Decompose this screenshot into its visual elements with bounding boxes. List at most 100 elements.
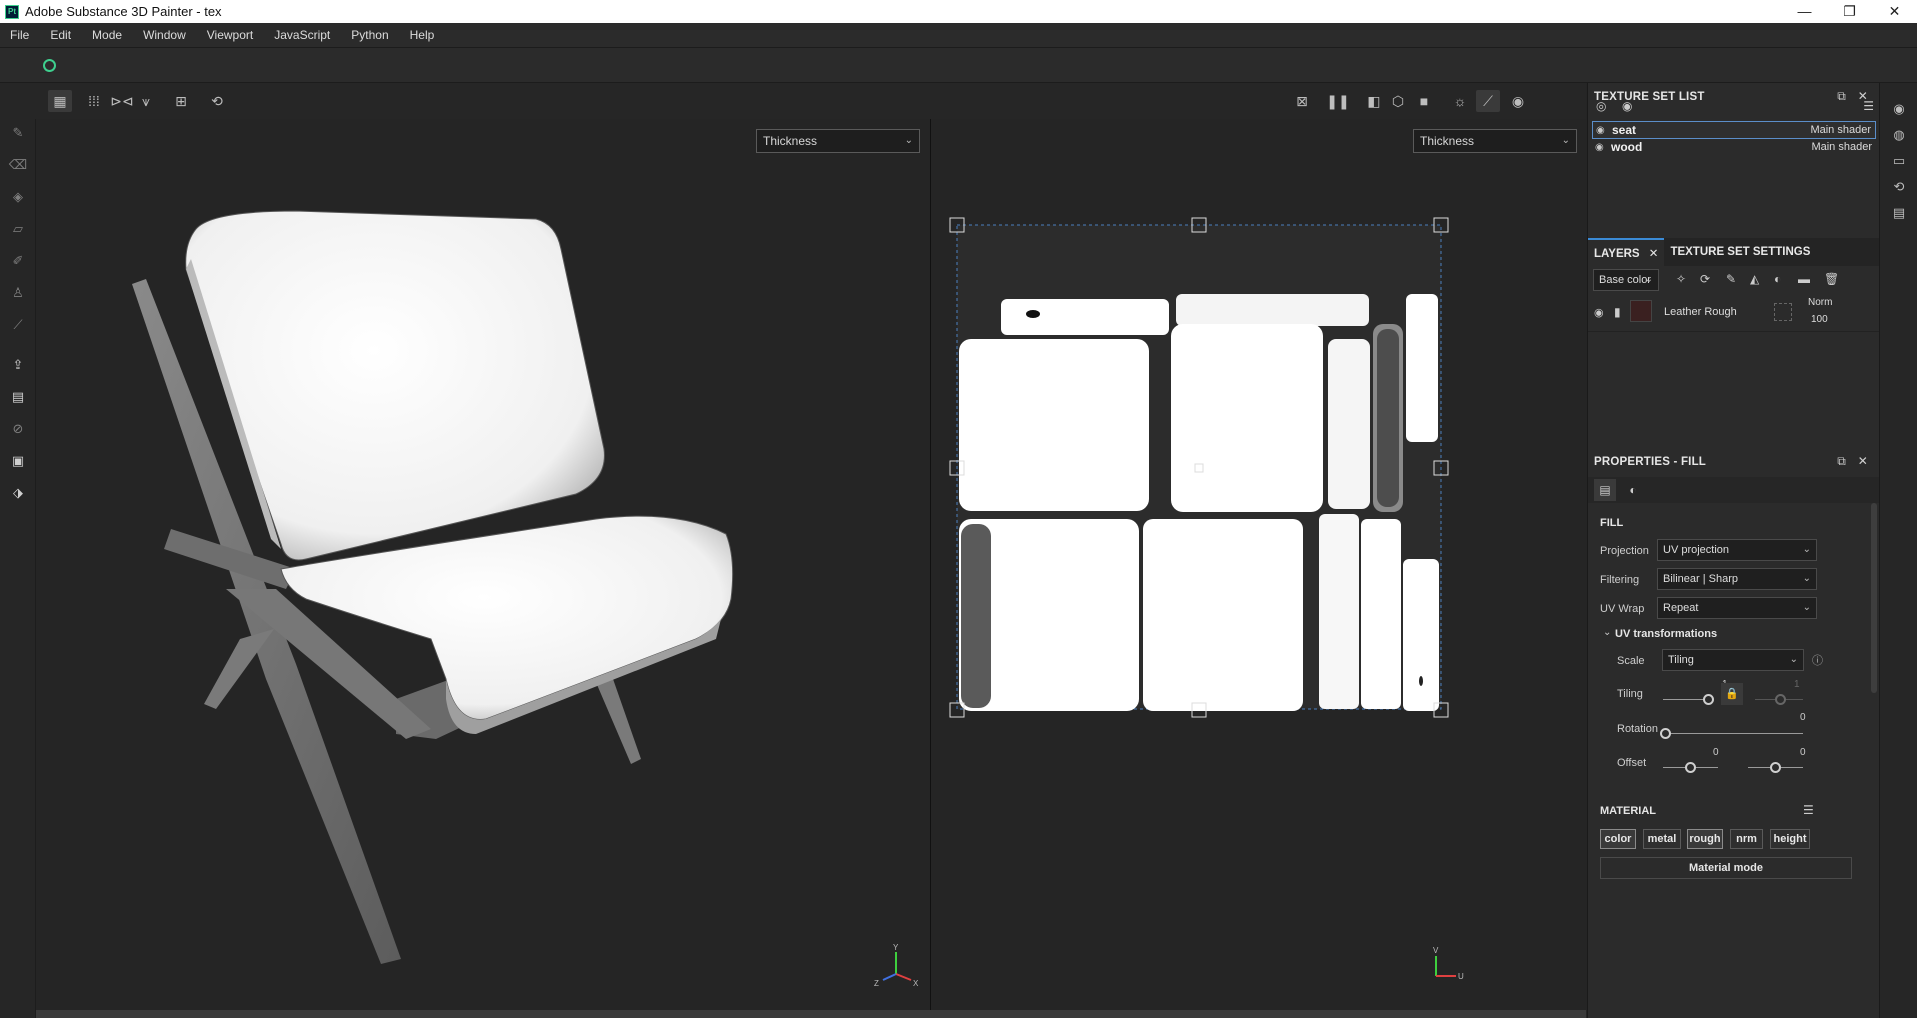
menu-window[interactable]: Window [143,28,186,42]
projection-select[interactable]: UV projection ⌄ [1657,539,1817,561]
collapse-chevron-icon[interactable]: ⌄ [1603,627,1611,638]
menu-mode[interactable]: Mode [92,28,122,42]
shelf-icon[interactable]: ⬗ [8,485,28,505]
minimize-button[interactable]: — [1782,0,1827,23]
material-toggle-metal[interactable]: metal [1643,829,1681,849]
display-settings-icon[interactable]: ▣ [8,453,28,473]
geometry-mask-icon[interactable]: ▱ [8,221,28,241]
add-fill-layer-icon[interactable]: ◭ [1750,272,1759,286]
eraser-icon[interactable]: ⌫ [8,157,28,177]
material-toggle-color[interactable]: color [1600,829,1636,849]
projection-icon[interactable]: ◈ [8,189,28,209]
rotation-knob[interactable] [1660,728,1671,739]
grid-select-icon[interactable]: ▦ [48,90,72,112]
menu-javascript[interactable]: JavaScript [274,28,330,42]
close-button[interactable]: ✕ [1872,0,1917,23]
delete-layer-icon[interactable]: 🗑 [1824,272,1839,286]
log-icon[interactable]: ▤ [1891,205,1907,221]
material-toggle-nrm[interactable]: nrm [1730,829,1763,849]
uv-layout [949,217,1449,718]
mask-slot[interactable] [1774,303,1792,321]
blend-mode[interactable]: Norm [1808,297,1832,308]
add-mask-icon[interactable]: ◐ [1774,272,1781,286]
material-menu-icon[interactable]: ☰ [1803,803,1814,817]
menu-viewport[interactable]: Viewport [207,28,253,42]
layer-item[interactable]: ◉ ▮ Leather Rough Norm 100 [1588,294,1880,332]
viewport-3d[interactable]: Thickness ⌄ Y X Z [36,119,929,1010]
uv-transformations-title[interactable]: UV transformations [1615,628,1717,640]
uvwrap-select[interactable]: Repeat ⌄ [1657,597,1817,619]
close-tab-icon[interactable]: ✕ [1649,248,1659,260]
layer-name: Leather Rough [1664,306,1737,318]
pause-icon[interactable]: ❚❚ [1326,90,1350,112]
properties-scrollbar[interactable] [1871,503,1877,693]
tiling-v-knob[interactable] [1775,694,1786,705]
assets-icon[interactable]: ▭ [1891,153,1907,169]
properties-header: PROPERTIES - FILL ⧉ ✕ [1588,448,1880,476]
channel-select[interactable]: Base color ⌄ [1593,269,1659,291]
cube-view-icon[interactable]: ⬡ [1386,90,1410,112]
tab-layers[interactable]: LAYERS ✕ [1588,238,1665,266]
close-panel-icon[interactable]: ✕ [1858,454,1868,468]
app-logo-icon: Pt [5,4,19,19]
offset-v-knob[interactable] [1770,762,1781,773]
fill-properties-icon[interactable]: ▤ [1594,479,1616,501]
picker-icon[interactable]: ⟋ [8,317,28,337]
visibility-eye-icon[interactable]: ◉ [1596,125,1612,136]
menu-list-icon[interactable]: ☰ [1863,99,1874,113]
menu-file[interactable]: File [10,28,29,42]
float-panel-icon[interactable]: ⧉ [1837,454,1846,469]
texture-set-item[interactable]: ◉ wood Main shader [1592,138,1876,156]
paint-brush-icon[interactable]: ✎ [8,125,28,145]
offset-u-knob[interactable] [1685,762,1696,773]
history-icon[interactable]: ⟲ [1891,179,1907,195]
uv-icon[interactable]: ⊘ [8,421,28,441]
screenshot-icon[interactable]: ◉ [1506,90,1530,112]
chevron-down-icon: ⌄ [1802,544,1811,555]
smudge-icon[interactable]: ✐ [8,253,28,273]
hide-ui-icon[interactable]: ⊠ [1290,90,1314,112]
menu-help[interactable]: Help [410,28,435,42]
scale-select[interactable]: Tiling ⌄ [1662,649,1804,671]
info-icon[interactable]: ⓘ [1812,652,1823,668]
rotation-slider[interactable] [1663,733,1803,734]
tab-texture-set-settings[interactable]: TEXTURE SET SETTINGS [1664,238,1816,266]
show-all-icon[interactable]: ◉ [1622,99,1632,113]
add-effect-icon[interactable]: ✧ [1676,272,1686,286]
add-folder-icon[interactable]: ▬ [1798,272,1810,286]
lock-icon[interactable]: 🔒 [1721,683,1743,705]
maximize-button[interactable]: ❐ [1827,0,1872,23]
camera-settings-icon[interactable]: ◉ [1891,101,1907,117]
camera-video-icon[interactable]: ■ [1412,90,1436,112]
material-toggle-height[interactable]: height [1770,829,1810,849]
filtering-select[interactable]: Bilinear | Sharp ⌄ [1657,568,1817,590]
lighting-icon[interactable]: ☼ [1448,90,1472,112]
material-mode-bar[interactable]: Material mode [1600,857,1852,879]
history-icon[interactable]: ⟲ [205,90,229,112]
brush-mode-icon[interactable]: ⟋ [1476,90,1500,112]
symmetry-y-icon[interactable]: ⩛ [134,90,158,112]
visibility-eye-icon[interactable]: ◉ [1595,142,1611,153]
axis-gizmo-2d: V U [1433,946,1464,981]
menu-edit[interactable]: Edit [50,28,71,42]
add-icon[interactable]: ⊞ [169,90,193,112]
symmetry-x-icon[interactable]: ⊳⊲ [110,90,134,112]
visibility-eye-icon[interactable]: ◉ [1594,306,1604,319]
viewport-2d[interactable]: Thickness ⌄ V U [930,119,1586,1010]
loading-ring-icon [43,59,56,72]
layer-opacity[interactable]: 100 [1811,314,1828,325]
clone-stamp-icon[interactable]: ♙ [8,285,28,305]
tiling-u-knob[interactable] [1703,694,1714,705]
split-view-icon[interactable]: ◧ [1362,90,1386,112]
texture-set-item[interactable]: ◉ seat Main shader [1592,121,1876,139]
shader-settings-icon[interactable]: ◍ [1891,127,1907,143]
menu-python[interactable]: Python [351,28,388,42]
bake-export-icon[interactable]: ⇪ [8,357,28,377]
hide-all-icon[interactable]: ◎ [1596,99,1606,113]
texture-set-icon[interactable]: ▤ [8,389,28,409]
grid-options-icon[interactable]: ⁞⁞⁞ [82,90,106,112]
material-toggle-rough[interactable]: rough [1687,829,1723,849]
material-sphere-icon[interactable]: ◐ [1622,479,1644,501]
add-paint-layer-icon[interactable]: ✎ [1726,272,1736,286]
add-smart-material-icon[interactable]: ⟳ [1700,272,1710,286]
